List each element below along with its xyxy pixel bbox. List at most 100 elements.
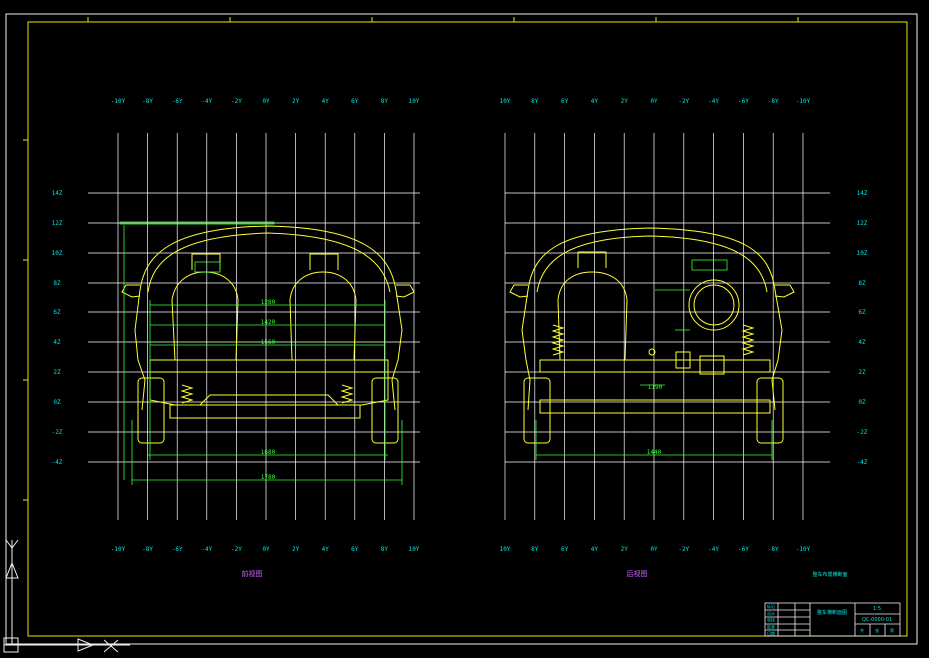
z-axis-label: 14Z xyxy=(857,190,868,197)
left-wheel-left xyxy=(137,377,165,444)
left-floor xyxy=(149,359,389,373)
y-axis-top-label: -2Y xyxy=(678,98,689,105)
y-axis-bottom-label: -6Y xyxy=(738,546,749,553)
right-mirror-right xyxy=(774,284,795,298)
y-axis-top-label: -4Y xyxy=(708,98,719,105)
left-mirror-right xyxy=(395,284,415,298)
y-axis-bottom-label: 0Y xyxy=(262,546,270,553)
right-spring-right xyxy=(741,324,755,356)
left-seat-2-headrest xyxy=(309,253,339,270)
left-dimension-texts: 1280 1420 1560 1680 1780 xyxy=(261,299,276,481)
title-block-name: 整车横断面图 xyxy=(817,609,847,616)
y-axis-bottom-label: 2Y xyxy=(621,546,629,553)
title-block-row-label: 设计 xyxy=(767,610,775,616)
y-axis-bottom-label: -8Y xyxy=(142,546,153,553)
y-axis-top-label: 8Y xyxy=(531,98,539,105)
y-axis-top-label: 4Y xyxy=(591,98,599,105)
z-axis-label: -2Z xyxy=(857,429,868,436)
right-vehicle-outline xyxy=(509,227,795,444)
left-seat-1 xyxy=(171,271,239,361)
left-floor-pan xyxy=(169,404,361,419)
y-axis-top-label: 6Y xyxy=(351,98,359,105)
y-axis-top-label: 6Y xyxy=(561,98,569,105)
dimension-text: 1560 xyxy=(261,339,276,346)
dimension-text: 1420 xyxy=(261,319,276,326)
z-axis-label: 4Z xyxy=(858,339,866,346)
y-axis-top-label: 8Y xyxy=(381,98,389,105)
cad-drawing-canvas[interactable]: -10Y -10Y -8Y -8Y -6Y -6Y -4Y -4Y -2Y -2Y 0Y 0Y 2Y 2Y… xyxy=(0,0,929,658)
right-dimension-texts: 1190 1440 xyxy=(647,384,663,456)
y-axis-bottom-label: 2Y xyxy=(292,546,300,553)
frame-ticks xyxy=(23,17,799,501)
right-mirror-left xyxy=(509,284,529,298)
z-axis-label: 12Z xyxy=(52,220,63,227)
z-axis-label: -4Z xyxy=(857,459,868,466)
right-seat xyxy=(557,271,628,361)
y-axis-top-label: -2Y xyxy=(231,98,242,105)
z-axis-label: -4Z xyxy=(52,459,63,466)
drawing-frame xyxy=(27,21,908,637)
z-axis-label: 8Z xyxy=(53,280,61,287)
z-axis-label: 12Z xyxy=(857,220,868,227)
left-spring-left xyxy=(180,384,194,404)
dimension-text: 1280 xyxy=(261,299,276,306)
title-block-row-label: 批准 xyxy=(767,623,775,629)
y-axis-top-label: 4Y xyxy=(322,98,330,105)
y-axis-bottom-label: 6Y xyxy=(561,546,569,553)
y-axis-top-label: -4Y xyxy=(201,98,212,105)
right-component-2 xyxy=(699,355,725,375)
y-axis-bottom-label: 10Y xyxy=(500,546,511,553)
y-axis-bottom-label: -4Y xyxy=(708,546,719,553)
right-view-title: 后视图 xyxy=(627,569,648,578)
left-seat-2 xyxy=(289,271,357,361)
z-axis-label: 10Z xyxy=(857,250,868,257)
y-axis-bottom-label: -2Y xyxy=(231,546,242,553)
y-axis-bottom-label: -10Y xyxy=(796,546,811,553)
dimension-text: 1190 xyxy=(648,384,663,391)
right-spare-tire-inner xyxy=(693,284,735,326)
crosshair-icon xyxy=(90,639,130,653)
right-spare-tire xyxy=(688,279,740,331)
title-block-row-label: 审核 xyxy=(767,617,775,623)
title-block-row-label: 日期 xyxy=(767,630,775,636)
title-block-cell: 共 xyxy=(860,627,864,633)
dimension-text: 1440 xyxy=(647,449,662,456)
right-view-note: 整车布置横断面 xyxy=(812,571,847,578)
ucs-y-axis-icon xyxy=(3,539,90,653)
left-view-title: 前视图 xyxy=(242,569,263,578)
y-axis-bottom-label: 8Y xyxy=(381,546,389,553)
y-axis-top-label: 10Y xyxy=(409,98,420,105)
left-body-side-right xyxy=(391,289,403,411)
left-body-side-left xyxy=(134,289,146,411)
y-axis-bottom-label: -6Y xyxy=(172,546,183,553)
z-axis-label: 6Z xyxy=(858,309,866,316)
y-axis-top-label: 2Y xyxy=(292,98,300,105)
y-axis-top-label: 0Y xyxy=(262,98,270,105)
labels-left-view: -10Y -10Y -8Y -8Y -6Y -6Y -4Y -4Y -2Y -2Y 0Y 0Y 2Y 2Y… xyxy=(52,98,420,553)
y-axis-bottom-label: -4Y xyxy=(201,546,212,553)
right-floor xyxy=(539,359,771,373)
left-roof-arc xyxy=(139,225,397,291)
y-axis-top-label: -8Y xyxy=(142,98,153,105)
right-roof-arc xyxy=(527,227,776,291)
right-roof-arc-inner xyxy=(536,235,768,293)
z-axis-label: 0Z xyxy=(53,399,61,406)
grid-left xyxy=(88,133,420,520)
y-axis-bottom-label: -10Y xyxy=(111,546,126,553)
dimension-text: 1680 xyxy=(261,449,276,456)
y-axis-bottom-label: 10Y xyxy=(409,546,420,553)
y-axis-top-label: 0Y xyxy=(650,98,658,105)
y-axis-bottom-label: 6Y xyxy=(351,546,359,553)
right-body-side-left xyxy=(521,289,531,411)
right-seat-headrest xyxy=(577,251,607,268)
left-mirror-left xyxy=(121,284,141,298)
z-axis-label: 4Z xyxy=(53,339,61,346)
title-block-drawing-no: QC-0000-01 xyxy=(862,617,892,623)
right-wheel-left xyxy=(523,377,551,444)
title-block-cell: 张 xyxy=(875,627,879,633)
z-axis-label: 0Z xyxy=(858,399,866,406)
y-axis-top-label: -8Y xyxy=(768,98,779,105)
title-block-row-label: 标记 xyxy=(767,603,775,609)
dimension-text: 1780 xyxy=(261,474,276,481)
z-axis-label: 2Z xyxy=(858,369,866,376)
